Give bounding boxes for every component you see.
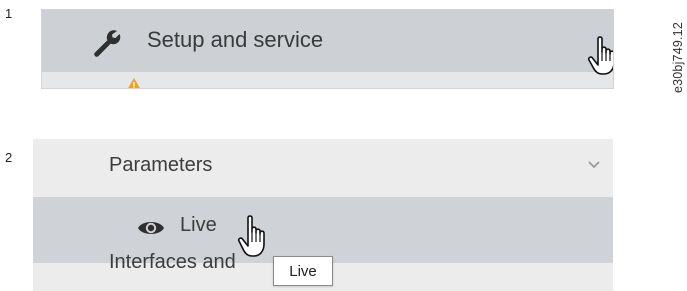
eye-icon — [138, 222, 164, 234]
wrench-icon — [94, 30, 121, 57]
step-number-2: 2 — [5, 150, 13, 165]
chevron-down-icon[interactable] — [586, 159, 602, 171]
interfaces-label: Interfaces and — [109, 251, 236, 273]
parameters-label: Parameters — [109, 154, 213, 176]
figure-id: e30bj749.12 — [671, 22, 685, 94]
live-label: Live — [180, 214, 217, 236]
setup-service-panel: Setup and service — [41, 9, 614, 89]
warning-icon — [128, 78, 140, 88]
parameters-panel: Parameters Live Interfaces and Live — [33, 139, 613, 291]
setup-and-service-menu-item[interactable]: Setup and service — [42, 10, 613, 75]
live-tooltip: Live — [273, 256, 333, 286]
menu-item-label: Setup and service — [147, 27, 324, 52]
hand-pointer-icon — [237, 215, 265, 257]
hand-pointer-icon — [587, 36, 613, 75]
parameters-menu-item[interactable]: Parameters — [33, 139, 613, 197]
step-number-1: 1 — [5, 6, 13, 21]
